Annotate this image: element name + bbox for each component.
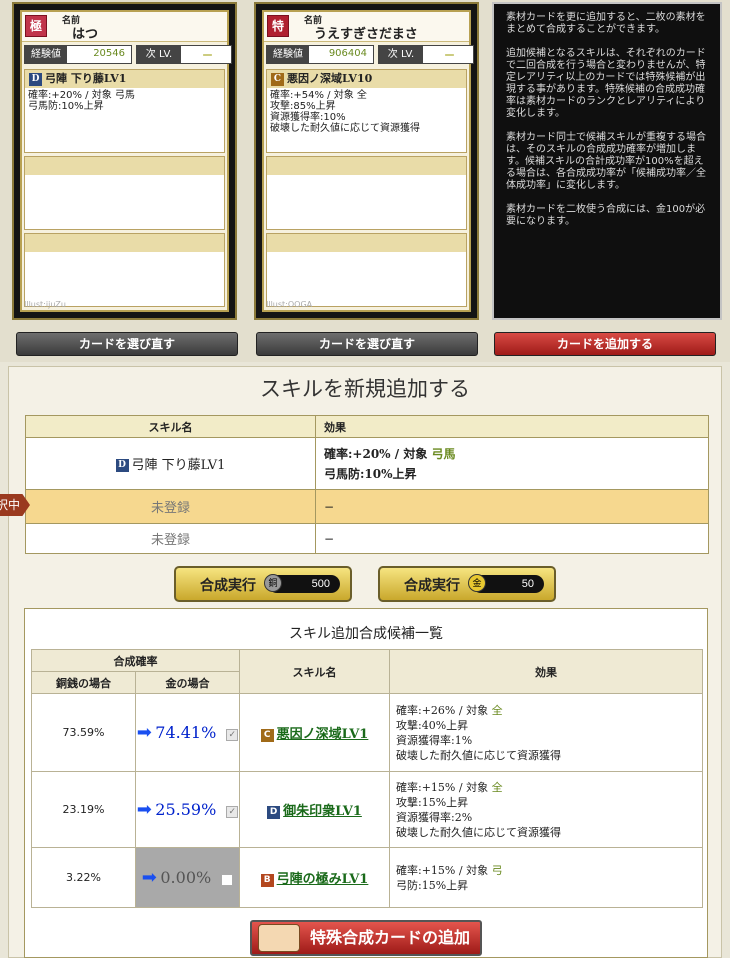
candidates-title: スキル追加合成候補一覧 [289,626,443,642]
gold-checkbox[interactable]: ✓ [226,729,239,741]
skill-rank-icon: C [271,72,284,86]
candidate-row: 3.22% ➡ 0.00% B 弓陣の極みLV1 確率:+15% / 対象 弓弓防… [31,847,703,908]
copper-coin-icon: 銅 [264,574,282,592]
skill-table: スキル名 効果 D 弓陣 下り藤LV1 確率:+20% / 対象 弓馬 弓馬防:10… [25,415,709,554]
candidates-panel: スキル追加合成候補一覧 合成確率 スキル名 効果 銅銭の場合 金の場合 73.5… [24,608,708,958]
character-face-icon [258,924,300,952]
col-skill-name: スキル名 [25,415,316,438]
card-skill-slot-3 [24,233,225,307]
table-row: D 弓陣 下り藤LV1 確率:+20% / 対象 弓馬 弓馬防:10%上昇 [25,437,709,490]
gold-checkbox[interactable] [221,874,234,886]
card-skill-slot-2 [266,156,467,230]
next-level-box: 次 LV. ー [378,45,474,64]
next-level-box: 次 LV. ー [136,45,232,64]
add-card-button[interactable]: カードを追加する [494,332,716,356]
add-special-card-button[interactable]: 特殊合成カードの追加 [250,920,482,956]
info-paragraph: 素材カードを更に追加すると、二枚の素材をまとめて合成することができます。 [506,12,706,35]
info-paragraph: 素材カード同士で候補スキルが重複する場合は、そのスキルの合成成功確率が増加します… [506,132,706,191]
illustrator-credit: Illust:OOGA [266,300,313,309]
card-skill-slot-2 [24,156,225,230]
table-row[interactable]: 未登録 − [25,523,709,554]
card-skill-slot-1: D 弓陣 下り藤LV1 確率:+20% / 対象 弓馬 弓馬防:10%上昇 [24,69,225,153]
exp-value: 906404 [328,48,367,59]
illustrator-credit: Illust:ijuZu [24,300,66,309]
card-skill-slot-3 [266,233,467,307]
execute-copper-button[interactable]: 合成実行 銅 500 [174,566,352,602]
exp-value: 20546 [93,48,125,59]
material-card-1: 極 名前 はつ 経験値 20546 次 LV. ー D 弓陣 下り藤LV1 確率:+2… [12,2,237,320]
candidates-table: 合成確率 スキル名 効果 銅銭の場合 金の場合 73.59% ➡ 74.41% ✓… [31,649,703,908]
gold-coin-icon: 金 [468,574,486,592]
material-card-2: 特 名前 うえすぎさだまさ 経験値 906404 次 LV. ー C 悪因ノ深域LV1… [254,2,479,320]
rarity-icon: 極 [25,15,47,37]
section-title: スキルを新規追加する [260,377,470,401]
candidate-row: 23.19% ➡ 25.59% ✓ D 御朱印衆LV1 確率:+15% / 対象 全… [31,771,703,848]
skill-rank-icon: D [267,805,281,819]
skill-rank-icon: C [260,728,274,742]
table-row-selected[interactable]: 未登録 − [25,489,709,524]
exp-box: 経験値 906404 [266,45,374,64]
skill-rank-icon: B [260,873,274,887]
info-paragraph: 追加候補となるスキルは、それぞれのカードで二回合成を行う場合と変わりませんが、特… [506,48,706,119]
arrow-icon: ➡ [136,799,152,820]
rarity-icon: 特 [267,15,289,37]
reselect-card-1-button[interactable]: カードを選び直す [16,332,238,356]
exp-box: 経験値 20546 [24,45,132,64]
col-effect: 効果 [315,415,709,438]
gold-header: 金の場合 [135,671,240,694]
arrow-icon: ➡ [136,722,152,743]
card-name: うえすぎさだまさ [314,27,418,42]
skill-link[interactable]: 悪因ノ深域LV1 [277,727,369,742]
card-skill-slot-1: C 悪因ノ深域LV10 確率:+54% / 対象 全 攻撃:85%上昇 資源獲得率… [266,69,467,153]
arrow-icon: ➡ [141,867,157,888]
skill-link[interactable]: 御朱印衆LV1 [283,804,362,819]
card-name: はつ [72,27,99,42]
info-panel: 素材カードを更に追加すると、二枚の素材をまとめて合成することができます。 追加候… [492,2,722,320]
skill-rank-icon: D [29,72,42,86]
candidate-row: 73.59% ➡ 74.41% ✓ C 悪因ノ深域LV1 確率:+26% / 対象 … [31,693,703,772]
execute-gold-button[interactable]: 合成実行 金 50 [378,566,556,602]
skill-rank-icon: D [115,459,129,472]
top-panel: 極 名前 はつ 経験値 20546 次 LV. ー D 弓陣 下り藤LV1 確率:+2… [0,0,730,362]
reselect-card-2-button[interactable]: カードを選び直す [256,332,478,356]
skill-link[interactable]: 弓陣の極みLV1 [277,872,369,887]
info-paragraph: 素材カードを二枚使う合成には、金100が必要になります。 [506,204,706,227]
gold-checkbox[interactable]: ✓ [226,806,239,818]
copper-header: 銅銭の場合 [31,671,136,694]
